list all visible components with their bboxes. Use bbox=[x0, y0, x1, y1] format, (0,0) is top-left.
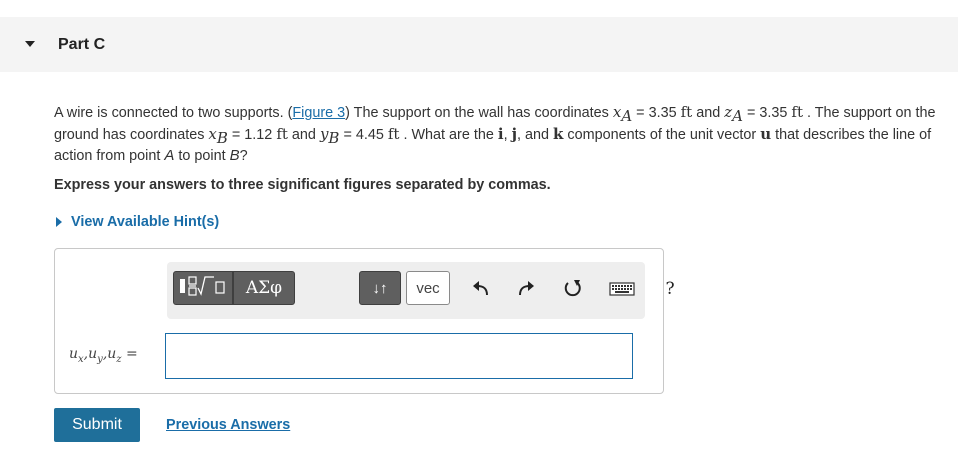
hint-label: View Available Hint(s) bbox=[71, 214, 220, 230]
help-button[interactable]: ? bbox=[659, 278, 681, 300]
collapse-caret-icon[interactable] bbox=[25, 41, 35, 47]
answer-box: ΑΣφ ↓↑ vec ? ux,uy,uz = bbox=[54, 248, 675, 394]
templates-button[interactable] bbox=[173, 271, 233, 305]
question-text: A wire is connected to two supports. (Fi… bbox=[54, 103, 936, 164]
answer-label: ux,uy,uz = bbox=[69, 346, 138, 365]
fraction-radical-icon bbox=[178, 274, 228, 303]
keyboard-icon[interactable] bbox=[609, 278, 635, 300]
greek-symbols-button[interactable]: ΑΣφ bbox=[233, 271, 295, 305]
figure-link[interactable]: Figure 3 bbox=[292, 105, 345, 121]
subscript-superscript-button[interactable]: ↓↑ bbox=[359, 271, 401, 305]
part-title: Part C bbox=[58, 36, 106, 53]
view-hints-toggle[interactable]: View Available Hint(s) bbox=[54, 214, 219, 230]
reset-icon[interactable] bbox=[562, 278, 584, 300]
answer-input[interactable] bbox=[165, 333, 633, 379]
previous-answers-link[interactable]: Previous Answers bbox=[166, 417, 290, 433]
math-toolbar: ΑΣφ ↓↑ vec ? bbox=[167, 262, 675, 319]
redo-icon[interactable] bbox=[515, 278, 537, 300]
vector-button[interactable]: vec bbox=[406, 271, 450, 305]
instruction-text: Express your answers to three significan… bbox=[54, 177, 551, 193]
undo-icon[interactable] bbox=[470, 278, 492, 300]
expand-triangle-icon bbox=[56, 217, 62, 227]
part-header[interactable]: Part C bbox=[0, 17, 958, 72]
submit-button[interactable]: Submit bbox=[54, 408, 140, 442]
